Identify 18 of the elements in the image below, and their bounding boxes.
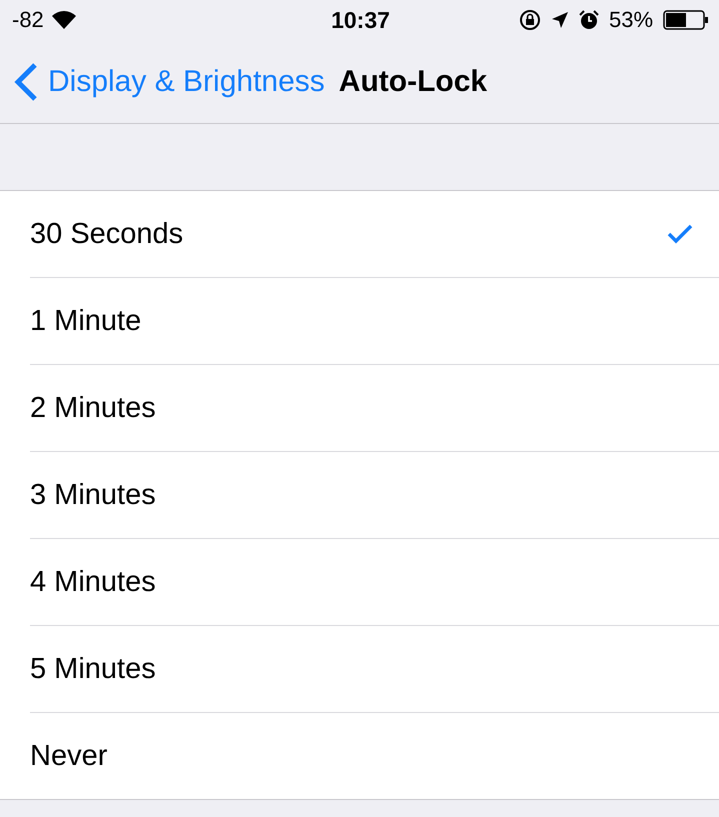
location-arrow-icon (550, 11, 569, 29)
option-row[interactable]: Never (30, 713, 719, 799)
clock-time: 10:37 (331, 6, 390, 34)
option-row[interactable]: 5 Minutes (30, 626, 719, 713)
option-row[interactable]: 3 Minutes (30, 452, 719, 539)
option-row[interactable]: 4 Minutes (30, 539, 719, 626)
signal-strength: -82 (12, 7, 44, 33)
battery-percentage: 53% (608, 7, 654, 33)
battery-icon (663, 10, 710, 30)
page-title: Auto-Lock (338, 64, 488, 98)
rotation-lock-icon (518, 9, 541, 31)
alarm-clock-icon (578, 10, 599, 30)
option-row[interactable]: 30 Seconds (30, 191, 719, 278)
back-label: Display & Brightness (48, 64, 325, 98)
option-row[interactable]: 2 Minutes (30, 365, 719, 452)
wifi-icon (52, 11, 76, 29)
option-row[interactable]: 1 Minute (30, 278, 719, 365)
chevron-left-icon (14, 62, 38, 102)
